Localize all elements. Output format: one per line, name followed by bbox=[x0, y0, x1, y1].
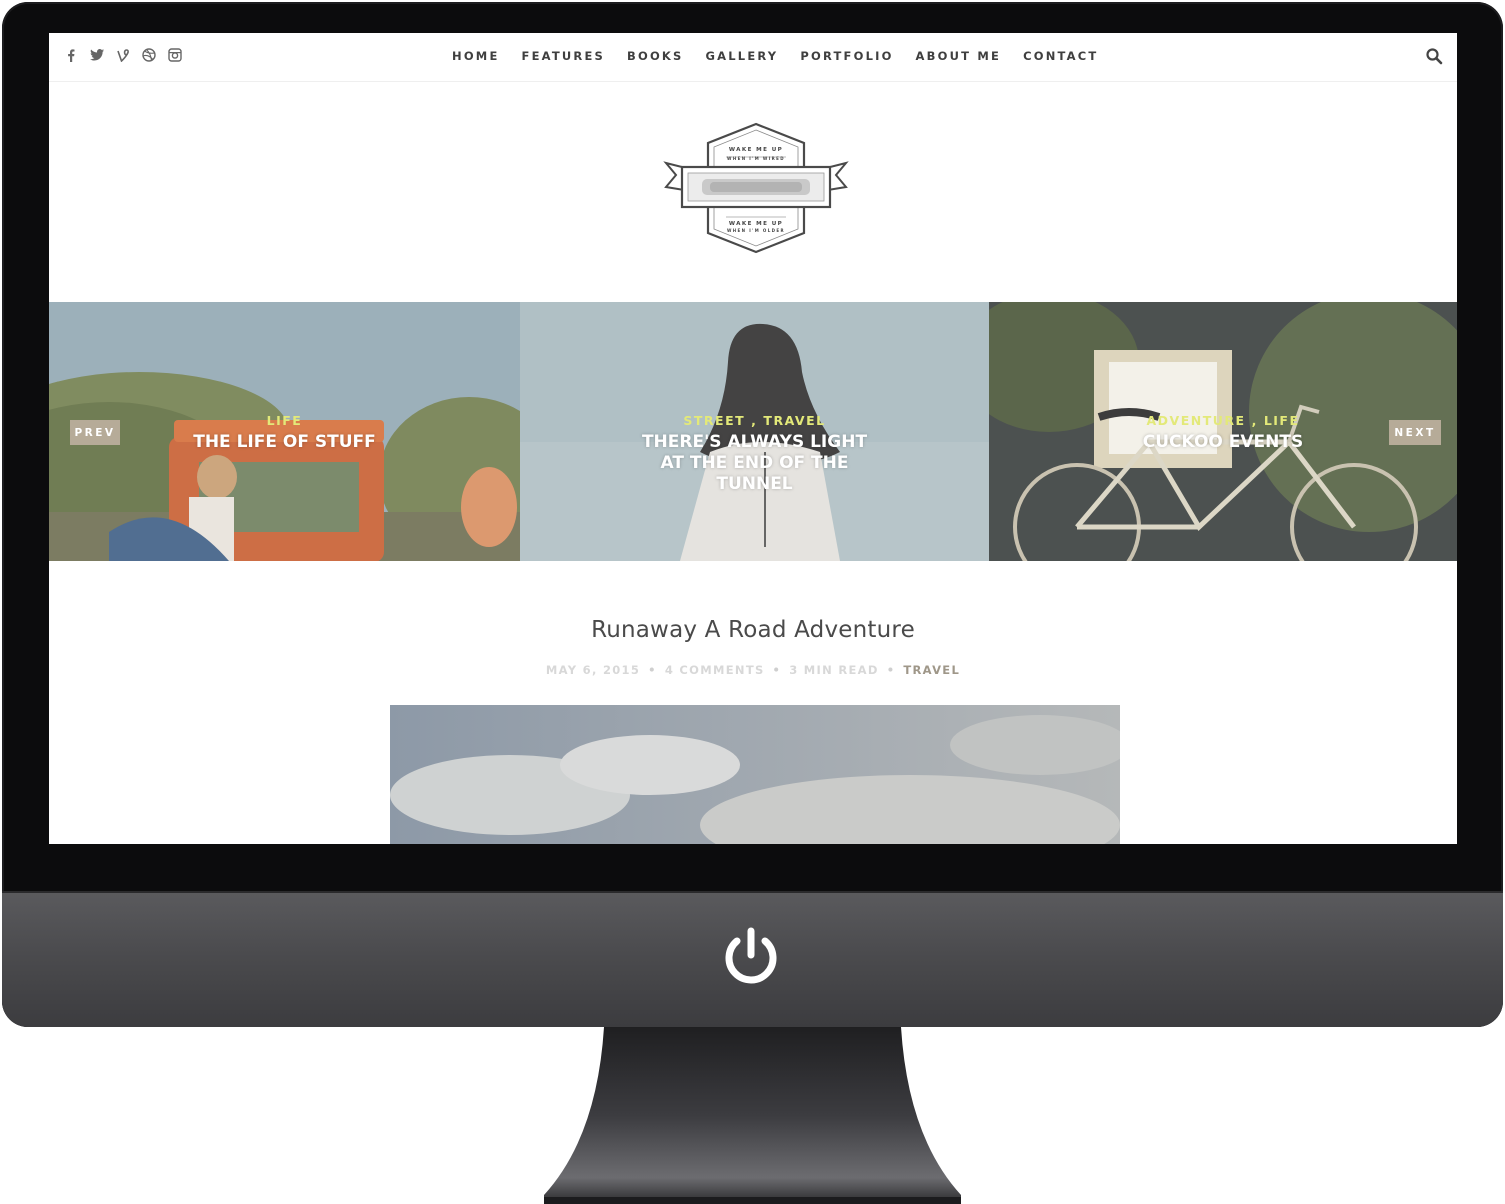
nav-books[interactable]: BOOKS bbox=[627, 49, 684, 63]
website-screen: HOME FEATURES BOOKS GALLERY PORTFOLIO AB… bbox=[49, 33, 1457, 844]
nav-about-me[interactable]: ABOUT ME bbox=[916, 49, 1002, 63]
nav-features[interactable]: FEATURES bbox=[522, 49, 606, 63]
post-title[interactable]: Runaway A Road Adventure bbox=[49, 617, 1457, 643]
main-menu: HOME FEATURES BOOKS GALLERY PORTFOLIO AB… bbox=[452, 49, 1120, 63]
featured-slider: LIFE THE LIFE OF STUFF STREET, TRAVEL THE… bbox=[49, 302, 1457, 561]
post-meta: MAY 6, 2015 • 4 COMMENTS • 3 MIN READ • TRAVEL bbox=[545, 663, 961, 677]
slide-caption: STREET, TRAVEL THERE'S ALWAYS LIGHT AT TH… bbox=[520, 413, 989, 495]
nav-home[interactable]: HOME bbox=[452, 49, 500, 63]
nav-portfolio[interactable]: PORTFOLIO bbox=[800, 49, 893, 63]
twitter-icon[interactable] bbox=[89, 47, 105, 63]
slider-next-button[interactable]: NEXT bbox=[1389, 420, 1441, 445]
post-comments[interactable]: 4 COMMENTS bbox=[665, 663, 765, 677]
slide-light-tunnel[interactable]: STREET, TRAVEL THERE'S ALWAYS LIGHT AT TH… bbox=[520, 302, 989, 561]
power-icon bbox=[725, 927, 777, 984]
slider-prev-button[interactable]: PREV bbox=[70, 420, 120, 445]
facebook-icon[interactable] bbox=[63, 47, 79, 63]
category-link[interactable]: LIFE bbox=[1264, 413, 1300, 428]
nav-gallery[interactable]: GALLERY bbox=[706, 49, 779, 63]
slide-cuckoo-events[interactable]: ADVENTURE, LIFE CUCKOO EVENTS bbox=[989, 302, 1457, 561]
dribbble-icon[interactable] bbox=[141, 47, 157, 63]
search-icon[interactable] bbox=[1425, 47, 1443, 65]
slide-title[interactable]: CUCKOO EVENTS bbox=[989, 432, 1457, 453]
category-link[interactable]: TRAVEL bbox=[763, 413, 825, 428]
slide-categories: STREET, TRAVEL bbox=[683, 413, 826, 428]
slide-categories: ADVENTURE, LIFE bbox=[1146, 413, 1300, 428]
nav-contact[interactable]: CONTACT bbox=[1023, 49, 1098, 63]
category-link[interactable]: ADVENTURE bbox=[1146, 413, 1245, 428]
instagram-icon[interactable] bbox=[167, 47, 183, 63]
logo-top-line2: WHEN I'M WIRED bbox=[727, 156, 785, 161]
logo-bottom-line2: WHEN I'M OLDER bbox=[727, 228, 785, 233]
category-link[interactable]: LIFE bbox=[267, 413, 303, 428]
logo-bottom-line1: WAKE ME UP bbox=[729, 221, 783, 227]
post-featured-image[interactable] bbox=[390, 705, 1120, 844]
slide-caption: ADVENTURE, LIFE CUCKOO EVENTS bbox=[989, 413, 1457, 453]
post-date: MAY 6, 2015 bbox=[545, 663, 641, 677]
social-links bbox=[63, 47, 183, 63]
post-category[interactable]: TRAVEL bbox=[903, 663, 960, 677]
vine-icon[interactable] bbox=[115, 47, 131, 63]
monitor-stand bbox=[544, 1027, 961, 1204]
slide-title[interactable]: THERE'S ALWAYS LIGHT AT THE END OF THE T… bbox=[520, 432, 989, 495]
site-logo[interactable]: WAKE ME UP WHEN I'M WIRED WAKE ME UP WHE… bbox=[662, 121, 850, 257]
logo-top-line1: WAKE ME UP bbox=[729, 147, 783, 153]
post-read-time: 3 MIN READ bbox=[789, 663, 879, 677]
category-link[interactable]: STREET bbox=[683, 413, 745, 428]
top-navigation-bar: HOME FEATURES BOOKS GALLERY PORTFOLIO AB… bbox=[49, 33, 1457, 82]
